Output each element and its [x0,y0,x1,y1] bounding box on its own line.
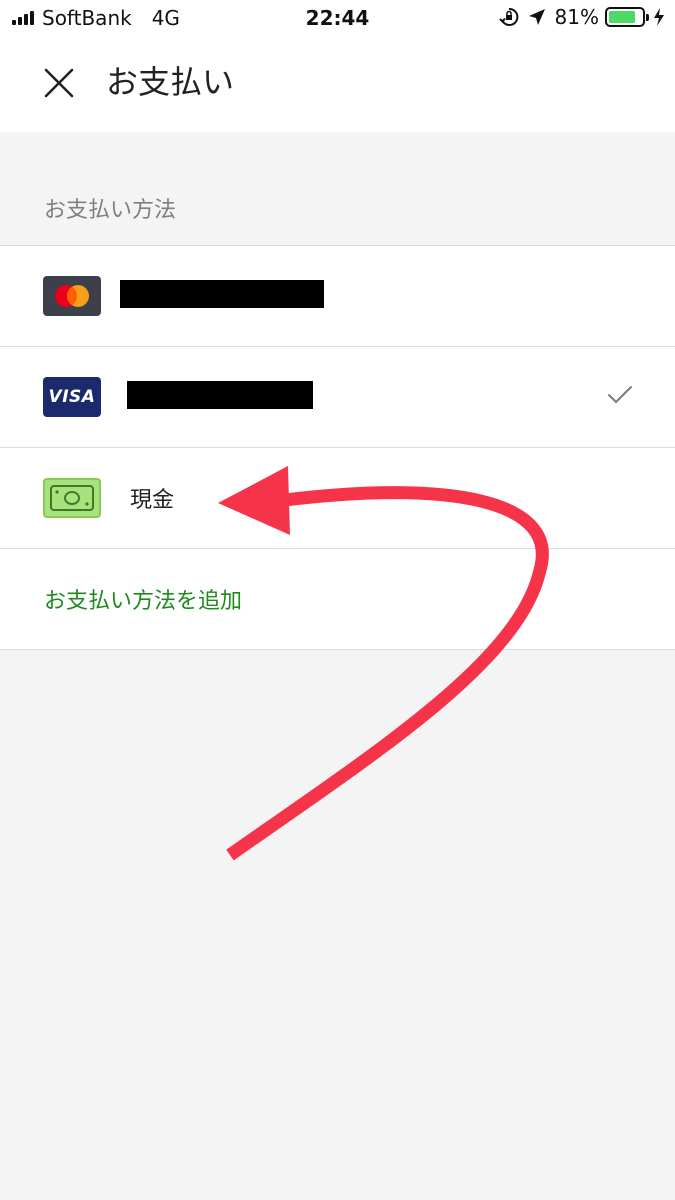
payment-method-list: VISA 現金 お支払い方法を追加 [0,245,675,650]
redacted-card-number [127,381,313,409]
status-bar: SoftBank 4G 22:44 81% [0,0,675,40]
visa-icon: VISA [43,377,101,417]
cash-icon [43,478,101,518]
add-payment-method-row[interactable]: お支払い方法を追加 [0,549,675,650]
status-right: 81% [498,5,665,29]
redacted-card-number [120,280,324,308]
section-label: お支払い方法 [44,198,177,223]
battery-icon [605,7,649,27]
checkmark-icon [608,386,632,403]
visa-brand-text: VISA [48,387,96,407]
cash-label: 現金 [130,488,175,513]
charging-icon [653,7,665,27]
mastercard-icon [43,276,101,316]
payment-method-cash[interactable]: 現金 [0,448,675,549]
location-icon [527,7,547,27]
add-payment-method-link[interactable]: お支払い方法を追加 [44,583,242,615]
battery-percent: 81% [554,5,599,29]
header: お支払い [0,40,675,132]
payment-method-mastercard[interactable] [0,246,675,347]
orientation-lock-icon [498,7,519,27]
page-title: お支払い [106,63,235,101]
close-button[interactable] [36,60,82,106]
payment-method-visa[interactable]: VISA [0,347,675,448]
close-icon [44,68,74,98]
